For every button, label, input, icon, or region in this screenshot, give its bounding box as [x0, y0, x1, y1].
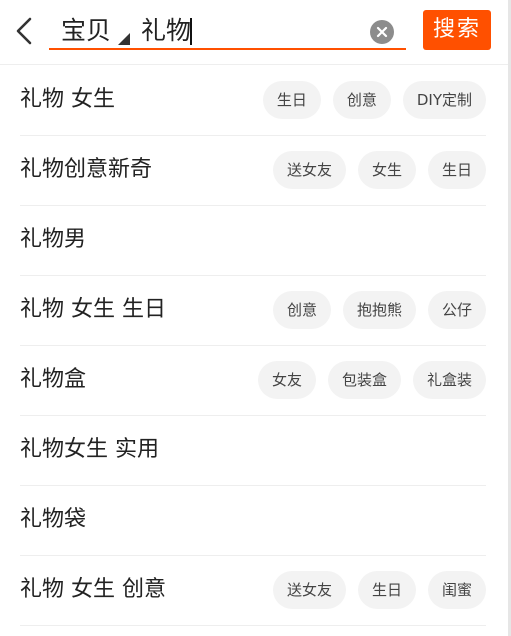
suggestion-title[interactable]: 礼物袋: [20, 485, 86, 555]
suggestion-tag[interactable]: 送女友: [272, 151, 346, 189]
suggestion-tag[interactable]: 创意: [272, 291, 331, 329]
suggestion-row[interactable]: 礼物 女生 生日 创意 抱抱熊 公仔: [20, 275, 486, 346]
suggestion-tag[interactable]: 生日: [357, 571, 416, 609]
suggestion-title[interactable]: 礼物盒: [20, 345, 86, 415]
suggestion-tag[interactable]: 女友: [257, 361, 316, 399]
suggestion-row[interactable]: 礼物盒 女友 包装盒 礼盒装: [20, 345, 486, 416]
suggestion-tag[interactable]: 抱抱熊: [342, 291, 416, 329]
suggestion-title[interactable]: 礼物 女生 生日: [20, 275, 166, 345]
suggestion-tag[interactable]: 生日: [262, 81, 321, 119]
suggestion-title[interactable]: 礼物 女生: [20, 65, 115, 135]
suggestion-row[interactable]: 礼物创意新奇 送女友 女生 生日: [20, 135, 486, 206]
suggestion-title[interactable]: 礼物创意新奇: [20, 135, 152, 205]
suggestion-row[interactable]: 礼物袋: [20, 485, 486, 556]
suggestion-tags: 创意 抱抱熊 公仔: [272, 291, 486, 329]
suggestion-tag[interactable]: DIY定制: [402, 81, 486, 119]
suggestion-tag[interactable]: 包装盒: [327, 361, 401, 399]
suggestion-tag[interactable]: 女生: [357, 151, 416, 189]
search-scope-selector[interactable]: 宝贝: [61, 15, 111, 47]
suggestion-row[interactable]: 礼物女生 实用: [20, 415, 486, 486]
search-header: 宝贝 礼物 搜索: [0, 0, 508, 65]
clear-icon[interactable]: [370, 20, 394, 44]
suggestion-tags: 送女友 生日 闺蜜: [272, 571, 486, 609]
suggestion-tag[interactable]: 闺蜜: [427, 571, 486, 609]
suggestion-tags: 生日 创意 DIY定制: [262, 81, 486, 119]
suggestion-title[interactable]: 礼物女生 实用: [20, 415, 159, 485]
suggestion-tags: 送女友 女生 生日: [272, 151, 486, 189]
dropdown-triangle-icon[interactable]: [118, 33, 130, 45]
text-cursor: [190, 18, 192, 45]
suggestion-tag[interactable]: 生日: [427, 151, 486, 189]
suggestion-row[interactable]: 礼物 女生 生日 创意 DIY定制: [20, 65, 486, 136]
back-arrow-icon[interactable]: [12, 14, 36, 48]
search-input-underline: [49, 48, 406, 50]
suggestion-tag[interactable]: 送女友: [272, 571, 346, 609]
suggestion-title[interactable]: 礼物男: [20, 205, 86, 275]
suggestion-row[interactable]: 礼物 女生 创意 送女友 生日 闺蜜: [20, 555, 486, 626]
suggestion-tags: 女友 包装盒 礼盒装: [257, 361, 486, 399]
suggestion-tag[interactable]: 创意: [332, 81, 391, 119]
search-input[interactable]: 礼物: [141, 15, 191, 47]
suggestion-tag[interactable]: 礼盒装: [412, 361, 486, 399]
suggestion-title[interactable]: 礼物 女生 创意: [20, 555, 166, 625]
suggestion-tag[interactable]: 公仔: [427, 291, 486, 329]
search-button[interactable]: 搜索: [423, 10, 491, 50]
suggestion-row[interactable]: 礼物男: [20, 205, 486, 276]
